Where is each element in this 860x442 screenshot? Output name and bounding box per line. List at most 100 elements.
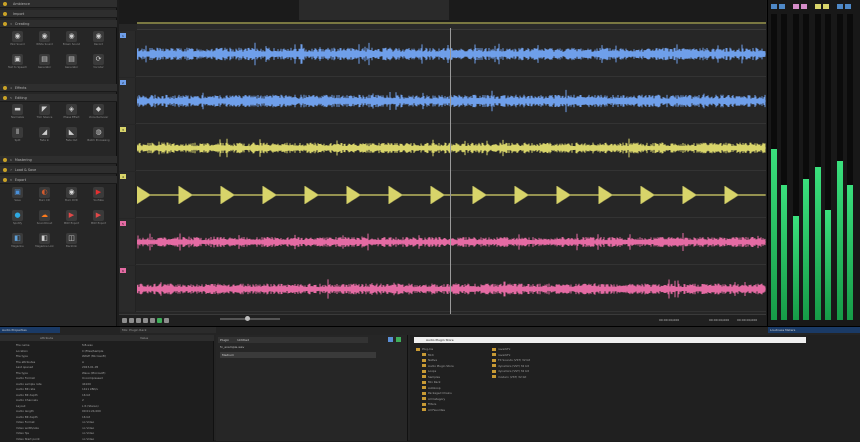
- tree-folder[interactable]: All Category: [422, 397, 492, 402]
- audio-track[interactable]: 6: [119, 266, 766, 312]
- playhead-cursor[interactable]: [450, 28, 451, 314]
- browser-file[interactable]: reverbFx: [492, 347, 612, 352]
- time-ruler[interactable]: [137, 24, 766, 30]
- track-header[interactable]: 6: [119, 266, 136, 312]
- audio-track[interactable]: 4: [119, 172, 766, 218]
- tree-folder[interactable]: Native: [422, 358, 492, 363]
- add-plugin-icon[interactable]: [396, 337, 401, 342]
- waveform-overview[interactable]: [119, 0, 766, 24]
- export-tile[interactable]: ▶ MOV Export: [85, 210, 112, 230]
- tree-folder[interactable]: Plug-Ins: [416, 347, 486, 352]
- tree-folder[interactable]: Mix Rack: [422, 380, 492, 385]
- tree-folder[interactable]: Filters: [422, 402, 492, 407]
- tree-folder[interactable]: Autoloop: [422, 386, 492, 391]
- browser-file[interactable]: dynamics (VST) 32 bit: [492, 364, 612, 369]
- export-tile[interactable]: ◐ Burn CD: [31, 187, 58, 207]
- property-row[interactable]: Video Format no Video: [0, 420, 214, 425]
- audio-track[interactable]: 5: [119, 219, 766, 265]
- edit-plugin-icon[interactable]: [388, 337, 393, 342]
- rewind-icon[interactable]: [122, 318, 127, 323]
- editing-tile[interactable]: ◈ Phase Effect: [58, 104, 85, 124]
- tree-folder[interactable]: Midi: [422, 353, 492, 358]
- track-header[interactable]: 3: [119, 125, 136, 171]
- section-header-3[interactable]: 4 Effects: [0, 84, 117, 92]
- properties-tab[interactable]: Audio Properties: [0, 327, 60, 333]
- section-header-2[interactable]: 3 Creating: [0, 20, 117, 28]
- section-header-5[interactable]: 6 Mastering: [0, 156, 117, 164]
- export-tile[interactable]: ◧ Magazine Link: [31, 233, 58, 253]
- export-tile[interactable]: ● Spotify: [4, 210, 31, 230]
- creating-tile[interactable]: ▤ Generator: [31, 54, 58, 74]
- export-tile[interactable]: ☁ SoundCloud: [31, 210, 58, 230]
- property-row[interactable]: Video width/size no Video: [0, 426, 214, 431]
- property-row[interactable]: Last opened 2023-01-05: [0, 365, 214, 370]
- editing-tile[interactable]: ▬ Normalize: [4, 104, 31, 124]
- play-icon[interactable]: [129, 318, 134, 323]
- section-header-7[interactable]: 8 Export: [0, 176, 117, 184]
- creating-tile[interactable]: ◉ Pink Sound: [4, 31, 31, 51]
- property-row[interactable]: File name fx8.wav: [0, 343, 214, 348]
- browser-file[interactable]: reverbFx: [492, 353, 612, 358]
- editing-tile[interactable]: ◢ Fade In: [31, 127, 58, 147]
- property-row[interactable]: File attributes A: [0, 360, 214, 365]
- audio-track[interactable]: 2: [119, 78, 766, 124]
- tree-folder[interactable]: Packaged Chains: [422, 391, 492, 396]
- section-header-6[interactable]: 7 Load & Save: [0, 166, 117, 174]
- record-icon[interactable]: [150, 318, 155, 323]
- property-row[interactable]: Location C:\Files\Sample: [0, 349, 214, 354]
- pause-icon[interactable]: [143, 318, 148, 323]
- tree-folder[interactable]: Loops: [422, 369, 492, 374]
- track-waveform[interactable]: [137, 266, 766, 312]
- track-waveform[interactable]: [137, 125, 766, 171]
- creating-tile[interactable]: ◉ Record: [85, 31, 112, 51]
- section-header-0[interactable]: Ambience: [0, 0, 117, 8]
- track-waveform[interactable]: [137, 219, 766, 265]
- zoom-slider-knob[interactable]: [245, 316, 250, 321]
- track-waveform[interactable]: [137, 31, 766, 77]
- section-header-1[interactable]: Import: [0, 10, 117, 18]
- property-row[interactable]: Audio sample rate 44100: [0, 382, 214, 387]
- editing-tile[interactable]: ◣ Fade Out: [58, 127, 85, 147]
- property-row[interactable]: Audio Bit depth 16 bit: [0, 393, 214, 398]
- export-tile[interactable]: ◉ Burn DVD: [58, 187, 85, 207]
- export-tile[interactable]: ▣ Save: [4, 187, 31, 207]
- stop-icon[interactable]: [136, 318, 141, 323]
- property-row[interactable]: Audio Channels 2: [0, 398, 214, 403]
- editing-tile[interactable]: ◤ Trim Silence: [31, 104, 58, 124]
- creating-tile[interactable]: ▤ Generator: [58, 54, 85, 74]
- creating-tile[interactable]: ▣ Text to Speech: [4, 54, 31, 74]
- track-waveform[interactable]: [137, 78, 766, 124]
- property-row[interactable]: Audio Format Uncompressed: [0, 376, 214, 381]
- track-header[interactable]: 1: [119, 31, 136, 77]
- preset-select[interactable]: Medium: [220, 352, 376, 358]
- track-header[interactable]: 2: [119, 78, 136, 124]
- loop-icon[interactable]: [157, 318, 162, 323]
- track-waveform[interactable]: [137, 172, 766, 218]
- browser-file[interactable]: FX Sounds (VST) 32 bit: [492, 358, 612, 363]
- audio-track[interactable]: 3: [119, 125, 766, 171]
- zoom-slider-track[interactable]: [220, 318, 280, 320]
- editing-tile[interactable]: ⦀ Split: [4, 127, 31, 147]
- tree-folder[interactable]: All Favorites: [422, 408, 492, 413]
- browser-address-bar[interactable]: Audio Plugin Store: [414, 337, 806, 343]
- creating-tile[interactable]: ◉ Brown Sound: [58, 31, 85, 51]
- property-row[interactable]: Layout L R (Stereo): [0, 404, 214, 409]
- export-tile[interactable]: ▶ YouTube: [85, 187, 112, 207]
- creating-tile[interactable]: ⟳ Vocoder: [85, 54, 112, 74]
- export-tile[interactable]: ◫ Backlink: [58, 233, 85, 253]
- property-row[interactable]: Audio Bit depth 16 bit: [0, 415, 214, 420]
- browser-file[interactable]: modern (VST) 32 bit: [492, 375, 612, 380]
- property-row[interactable]: File type WAVE (Microsoft): [0, 354, 214, 359]
- plugin-selector[interactable]: Plugin Untitled: [218, 337, 368, 343]
- property-row[interactable]: File type Wave (Microsoft): [0, 371, 214, 376]
- forward-icon[interactable]: [164, 318, 169, 323]
- export-tile[interactable]: ▶ MOV Export: [58, 210, 85, 230]
- tree-folder[interactable]: Samples: [422, 375, 492, 380]
- property-row[interactable]: Audio length 00:01:24,000: [0, 409, 214, 414]
- creating-tile[interactable]: ◉ White Sound: [31, 31, 58, 51]
- audio-track[interactable]: 1: [119, 31, 766, 77]
- export-tile[interactable]: ◧ Magazine: [4, 233, 31, 253]
- property-row[interactable]: Audio Bit rate 1411 kBit/s: [0, 387, 214, 392]
- property-row[interactable]: Video Start point no Video: [0, 437, 214, 442]
- section-header-4[interactable]: 5 Editing: [0, 94, 117, 102]
